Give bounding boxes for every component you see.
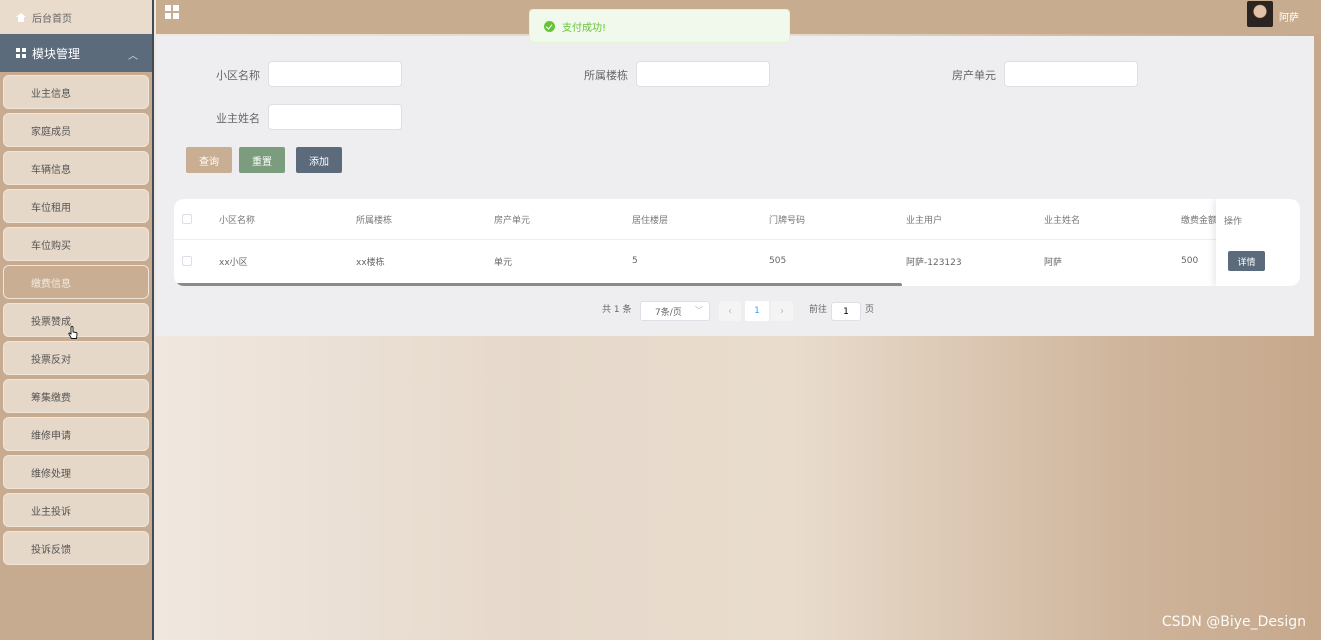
sidebar-item-label: 投诉反馈 (31, 544, 71, 556)
module-management-toggle[interactable]: 模块管理 ︿ (0, 34, 152, 72)
table-cell: 阿萨-123123 (906, 257, 962, 268)
column-header: 门牌号码 (769, 215, 806, 226)
page-number[interactable]: 1 (745, 301, 769, 321)
goto-label: 前往 (809, 305, 828, 315)
page-suffix: 页 (865, 305, 875, 315)
total-count: 共 1 条 (602, 305, 632, 315)
unit-label: 房产单元 (952, 69, 996, 82)
sidebar-item-label: 缴费信息 (31, 278, 71, 290)
detail-button[interactable]: 详情 (1228, 251, 1265, 271)
sidebar-item-label: 车辆信息 (31, 164, 71, 176)
sidebar-item-complaint-feedback[interactable]: 投诉反馈 (3, 531, 149, 565)
column-header: 小区名称 (219, 215, 256, 226)
column-header: 操作 (1224, 217, 1243, 227)
owner-name-input[interactable] (268, 104, 402, 130)
sidebar-item-family-members[interactable]: 家庭成员 (3, 113, 149, 147)
sidebar-item-label: 筹集缴费 (31, 392, 71, 404)
table-cell: 阿萨 (1044, 257, 1063, 268)
community-label: 小区名称 (216, 69, 260, 82)
column-header: 业主用户 (906, 215, 943, 226)
prev-page-icon[interactable]: ‹ (719, 301, 741, 321)
building-label: 所属楼栋 (584, 69, 628, 82)
sidebar-item-label: 家庭成员 (31, 126, 71, 138)
sidebar-item-fund-payment[interactable]: 筹集缴费 (3, 379, 149, 413)
home-icon (16, 12, 26, 22)
sidebar-item-label: 车位租用 (31, 202, 71, 214)
column-header: 业主姓名 (1044, 215, 1081, 226)
building-input[interactable] (636, 61, 770, 87)
horizontal-scrollbar[interactable] (176, 283, 902, 286)
column-header: 所属楼栋 (356, 215, 393, 226)
column-header: 缴费金额 (1181, 215, 1218, 226)
module-management-label: 模块管理 (32, 46, 81, 61)
sidebar-item-repair-handling[interactable]: 维修处理 (3, 455, 149, 489)
next-page-icon[interactable]: › (771, 301, 793, 321)
sidebar-item-vehicle-info[interactable]: 车辆信息 (3, 151, 149, 185)
sidebar-item-owner-info[interactable]: 业主信息 (3, 75, 149, 109)
sidebar: 后台首页 模块管理 ︿ 业主信息 家庭成员 车辆信息 车位租用 车位购买 缴费信… (0, 0, 154, 640)
sidebar-item-label: 车位购买 (31, 240, 71, 252)
column-header: 房产单元 (494, 215, 531, 226)
unit-input[interactable] (1004, 61, 1138, 87)
table-header: 小区名称 所属楼栋 房产单元 居住楼层 门牌号码 业主用户 业主姓名 缴费金额 (174, 199, 1300, 240)
table-row: xx小区 xx楼栋 单元 5 505 阿萨-123123 阿萨 500 (174, 240, 1300, 282)
sidebar-item-owner-complaint[interactable]: 业主投诉 (3, 493, 149, 527)
table-cell: xx楼栋 (356, 257, 385, 268)
toast-message: 支付成功! (562, 22, 607, 34)
community-input[interactable] (268, 61, 402, 87)
avatar[interactable] (1247, 1, 1273, 27)
table-cell: 500 (1181, 256, 1199, 266)
sidebar-item-payment-info[interactable]: 缴费信息 (3, 265, 149, 299)
select-all-checkbox[interactable] (182, 214, 192, 224)
check-circle-icon (544, 20, 555, 32)
sidebar-item-label: 业主投诉 (31, 506, 71, 518)
user-name[interactable]: 阿萨 (1279, 9, 1299, 24)
sidebar-home-label: 后台首页 (32, 13, 72, 25)
add-button[interactable]: 添加 (296, 147, 342, 173)
column-header: 居住楼层 (632, 215, 669, 226)
search-button[interactable]: 查询 (186, 147, 232, 173)
chevron-down-icon: ﹀ (695, 306, 703, 315)
sidebar-item-repair-request[interactable]: 维修申请 (3, 417, 149, 451)
table-cell: 505 (769, 256, 787, 266)
sidebar-item-label: 投票赞成 (31, 316, 71, 328)
sidebar-item-label: 业主信息 (31, 88, 71, 100)
table-cell: 单元 (494, 257, 513, 268)
page-size-value: 7条/页 (655, 307, 682, 318)
goto-page-input[interactable] (831, 302, 861, 321)
sidebar-item-label: 投票反对 (31, 354, 71, 366)
sidebar-item-vote-oppose[interactable]: 投票反对 (3, 341, 149, 375)
table-cell: xx小区 (219, 257, 248, 268)
sidebar-item-label: 维修申请 (31, 430, 71, 442)
main-panel: 小区名称 所属楼栋 房产单元 业主姓名 查询 重置 添加 小区名称 所属楼栋 房… (156, 36, 1314, 336)
data-table: 小区名称 所属楼栋 房产单元 居住楼层 门牌号码 业主用户 业主姓名 缴费金额 … (174, 199, 1300, 286)
row-checkbox[interactable] (182, 256, 192, 266)
success-toast: 支付成功! (529, 9, 790, 43)
reset-button[interactable]: 重置 (239, 147, 285, 173)
owner-name-label: 业主姓名 (216, 112, 260, 125)
sidebar-home-link[interactable]: 后台首页 (0, 0, 152, 34)
hand-cursor-icon (68, 326, 78, 339)
sidebar-item-parking-rent[interactable]: 车位租用 (3, 189, 149, 223)
grid-icon (16, 48, 26, 58)
sidebar-item-parking-purchase[interactable]: 车位购买 (3, 227, 149, 261)
actions-column: 操作 详情 (1216, 199, 1300, 286)
sidebar-menu: 业主信息 家庭成员 车辆信息 车位租用 车位购买 缴费信息 投票赞成 投票反对 … (0, 72, 152, 572)
watermark: CSDN @Biye_Design (1161, 614, 1306, 630)
page-size-select[interactable]: 7条/页 ﹀ (640, 301, 710, 321)
chevron-up-icon: ︿ (128, 51, 138, 62)
sidebar-item-label: 维修处理 (31, 468, 71, 480)
table-cell: 5 (632, 256, 638, 266)
